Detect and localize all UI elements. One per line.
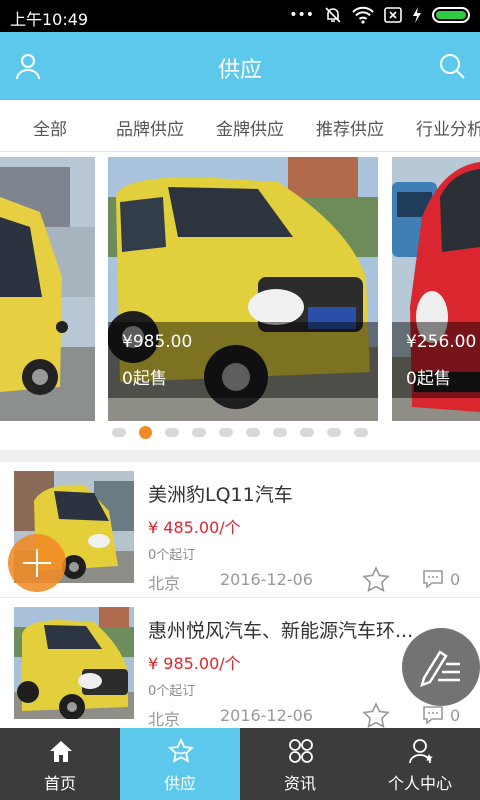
- tab-gold-supply[interactable]: 金牌供应: [200, 100, 300, 151]
- nav-supply-label: 供应: [163, 774, 196, 793]
- product-price: ¥ 985.00/个: [148, 654, 241, 673]
- more-dots-icon: •••: [289, 7, 314, 23]
- carousel-dot[interactable]: [273, 428, 287, 437]
- tab-recommended-supply[interactable]: 推荐供应: [300, 100, 400, 151]
- slide-price: ¥256.00: [406, 332, 477, 352]
- carousel-dot[interactable]: [327, 428, 341, 437]
- yellow-car-photo: [0, 157, 95, 421]
- battery-icon: [432, 7, 470, 23]
- comment-icon[interactable]: [422, 705, 444, 725]
- carousel-dot[interactable]: [246, 428, 260, 437]
- product-city: 北京: [148, 710, 181, 729]
- product-date: 2016-12-06: [220, 706, 313, 725]
- carousel-dot[interactable]: [165, 428, 179, 437]
- app-header: 供应: [0, 32, 480, 100]
- carousel-slide-prev[interactable]: [0, 157, 95, 421]
- app-screen: 上午10:49 ••• 供应 全部 品牌供应 金牌供应 推荐供应 行业分析 ¥9…: [0, 0, 480, 800]
- carousel-dot[interactable]: [219, 428, 233, 437]
- home-icon: [50, 741, 72, 762]
- nav-news[interactable]: 资讯: [240, 728, 360, 800]
- nav-news-label: 资讯: [283, 774, 316, 793]
- product-date: 2016-12-06: [220, 570, 313, 589]
- nav-supply[interactable]: 供应: [120, 728, 240, 800]
- comment-count: 0: [450, 570, 461, 589]
- product-city: 北京: [148, 574, 181, 593]
- slide-caption: ¥256.00 0起售: [392, 322, 480, 398]
- list-item[interactable]: 美洲豹LQ11汽车 ¥ 485.00/个 0个起订 北京 2016-12-06 …: [0, 462, 480, 598]
- person-icon: [409, 739, 433, 764]
- status-time: 上午10:49: [10, 10, 89, 29]
- carousel-indicator: [0, 426, 480, 440]
- slide-caption: ¥985.00 0起售: [108, 322, 378, 398]
- carousel-dot[interactable]: [354, 428, 368, 437]
- slide-min-order: 0起售: [122, 369, 167, 389]
- grid-icon: [289, 739, 313, 763]
- comment-icon[interactable]: [422, 569, 444, 589]
- edit-menu-button[interactable]: [402, 628, 480, 706]
- nav-home-label: 首页: [43, 774, 76, 793]
- charging-icon: [413, 7, 421, 23]
- nav-profile[interactable]: 个人中心: [360, 728, 480, 800]
- category-tabs: 全部 品牌供应 金牌供应 推荐供应 行业分析: [0, 100, 480, 152]
- slide-price: ¥985.00: [122, 332, 193, 352]
- slide-min-order: 0起售: [406, 369, 451, 389]
- product-min-order: 0个起订: [148, 548, 196, 563]
- carousel-dot[interactable]: [300, 428, 314, 437]
- product-name[interactable]: 美洲豹LQ11汽车: [148, 480, 458, 507]
- page-title: 供应: [217, 58, 262, 83]
- nav-home[interactable]: 首页: [0, 728, 120, 800]
- tab-brand-supply[interactable]: 品牌供应: [100, 100, 200, 151]
- product-price: ¥ 485.00/个: [148, 518, 241, 537]
- carousel-dot[interactable]: [192, 428, 206, 437]
- nav-profile-label: 个人中心: [387, 774, 452, 793]
- carousel-slide-next[interactable]: ¥256.00 0起售: [392, 157, 480, 421]
- star-icon: [168, 738, 194, 763]
- add-button[interactable]: [8, 534, 66, 592]
- bell-muted-icon: [325, 7, 341, 23]
- status-icons: •••: [289, 6, 470, 24]
- status-bar: 上午10:49 •••: [0, 0, 480, 32]
- star-icon[interactable]: [362, 702, 390, 728]
- carousel-dot[interactable]: [112, 428, 126, 437]
- carousel-dot[interactable]: [139, 426, 152, 439]
- sim-icon: [384, 7, 402, 23]
- pencil-list-icon: [420, 650, 460, 688]
- product-carousel[interactable]: ¥985.00 0起售 ¥256.00 0起售: [0, 152, 480, 450]
- star-icon[interactable]: [362, 566, 390, 592]
- tab-all[interactable]: 全部: [0, 100, 100, 151]
- carousel-slide-current[interactable]: ¥985.00 0起售: [108, 157, 378, 421]
- product-thumbnail: [14, 607, 134, 719]
- tab-industry-analysis[interactable]: 行业分析: [400, 100, 480, 151]
- comment-count: 0: [450, 706, 461, 725]
- product-min-order: 0个起订: [148, 684, 196, 699]
- bottom-navigation: 首页 供应 资讯 个人中心: [0, 728, 480, 800]
- wifi-icon: [352, 6, 374, 24]
- search-icon[interactable]: [438, 52, 466, 80]
